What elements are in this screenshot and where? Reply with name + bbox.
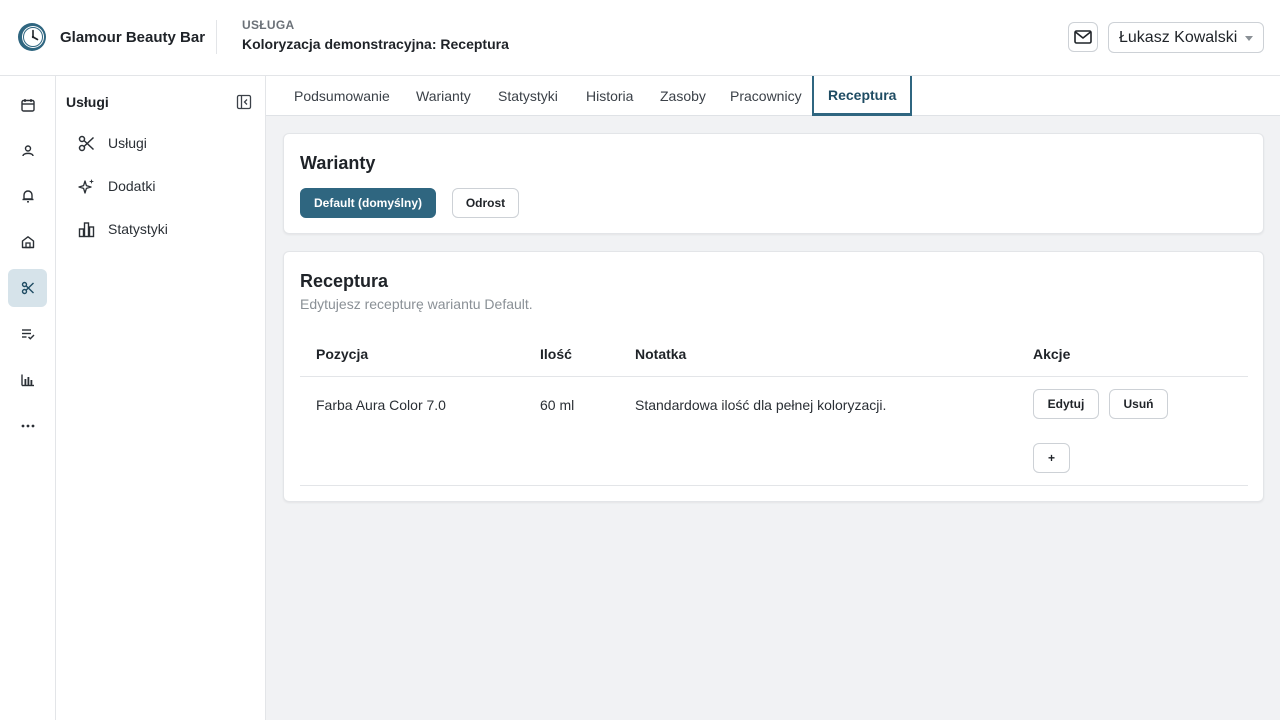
tab-recipe[interactable]: Receptura: [812, 76, 913, 116]
bar-chart-icon: [78, 221, 95, 237]
rail-item-salon[interactable]: [8, 223, 47, 261]
clock-logo-icon[interactable]: [17, 22, 47, 52]
variants-card: Warianty Default (domyślny) Odrost: [283, 133, 1264, 234]
tab-summary[interactable]: Podsumowanie: [294, 76, 390, 116]
tab-resources[interactable]: Zasoby: [660, 76, 706, 116]
page-title: Koloryzacja demonstracyjna: Receptura: [242, 36, 509, 52]
store-icon: [21, 236, 34, 249]
recipe-subtitle: Edytujesz recepturę wariantu Default.: [300, 296, 533, 312]
more-icon: [21, 424, 34, 428]
user-name: Łukasz Kowalski: [1119, 29, 1238, 46]
service-tabs: Podsumowanie Warianty Statystyki Histori…: [266, 76, 1280, 116]
chevron-down-icon: [1245, 36, 1253, 41]
rail-item-calendar[interactable]: [8, 86, 47, 124]
rail-item-notifications[interactable]: [8, 177, 47, 215]
sidebar-item-label: Usługi: [108, 135, 147, 151]
sidebar-item-statistics[interactable]: Statystyki: [78, 217, 168, 241]
tab-statistics[interactable]: Statystyki: [498, 76, 558, 116]
sidebar-item-addons[interactable]: Dodatki: [78, 174, 155, 198]
column-header-quantity: Ilość: [540, 346, 572, 362]
cell-item: Farba Aura Color 7.0: [316, 397, 446, 413]
variant-regrowth-button[interactable]: Odrost: [452, 188, 519, 218]
breadcrumb-kicker: USŁUGA: [242, 18, 295, 32]
variants-title: Warianty: [300, 153, 376, 173]
sidebar-title: Usługi: [66, 94, 109, 110]
header-divider: [216, 20, 217, 54]
rail-item-tasks[interactable]: [8, 315, 47, 353]
tab-history[interactable]: Historia: [586, 76, 633, 116]
brand-name[interactable]: Glamour Beauty Bar: [60, 29, 205, 46]
scissors-icon: [78, 135, 95, 151]
sidebar-item-label: Dodatki: [108, 178, 156, 194]
app-rail: [0, 76, 56, 720]
column-header-note: Notatka: [635, 346, 687, 362]
services-sidebar: Usługi Usługi Dodatki Statystyki: [56, 76, 266, 720]
sparkles-icon: [78, 178, 94, 194]
rail-item-services[interactable]: [8, 269, 47, 307]
cell-note: Standardowa ilość dla pełnej koloryzacji…: [635, 397, 887, 413]
header-divider: [300, 376, 1248, 377]
cell-quantity: 60 ml: [540, 397, 575, 413]
sidebar-item-services[interactable]: Usługi: [78, 131, 147, 155]
column-header-actions: Akcje: [1033, 346, 1071, 362]
variant-default-button[interactable]: Default (domyślny): [300, 188, 436, 218]
bell-icon: [22, 190, 33, 203]
messages-button[interactable]: [1068, 22, 1098, 52]
scissors-icon: [21, 281, 34, 295]
edit-button[interactable]: Edytuj: [1033, 389, 1099, 419]
tab-staff[interactable]: Pracownicy: [730, 76, 802, 116]
column-header-item: Pozycja: [316, 346, 369, 362]
add-item-button[interactable]: +: [1033, 443, 1070, 473]
sidebar-item-label: Statystyki: [108, 221, 168, 237]
rail-item-reports[interactable]: [8, 361, 47, 399]
recipe-title: Receptura: [300, 271, 389, 291]
mail-icon: [1074, 30, 1092, 44]
tab-variants[interactable]: Warianty: [416, 76, 471, 116]
user-menu-select[interactable]: Łukasz Kowalski: [1108, 22, 1264, 53]
clients-icon: [21, 145, 34, 157]
bar-chart-icon: [20, 374, 34, 387]
delete-button[interactable]: Usuń: [1109, 389, 1168, 419]
collapse-sidebar-icon[interactable]: [236, 94, 252, 110]
app-header: Glamour Beauty Bar USŁUGA Koloryzacja de…: [0, 0, 1280, 76]
table-bottom-divider: [300, 485, 1248, 486]
rail-item-clients[interactable]: [8, 132, 47, 170]
checklist-icon: [21, 329, 35, 340]
rail-item-more[interactable]: [8, 407, 47, 445]
recipe-card: Receptura Edytujesz recepturę wariantu D…: [283, 251, 1264, 502]
calendar-icon: [20, 99, 35, 112]
